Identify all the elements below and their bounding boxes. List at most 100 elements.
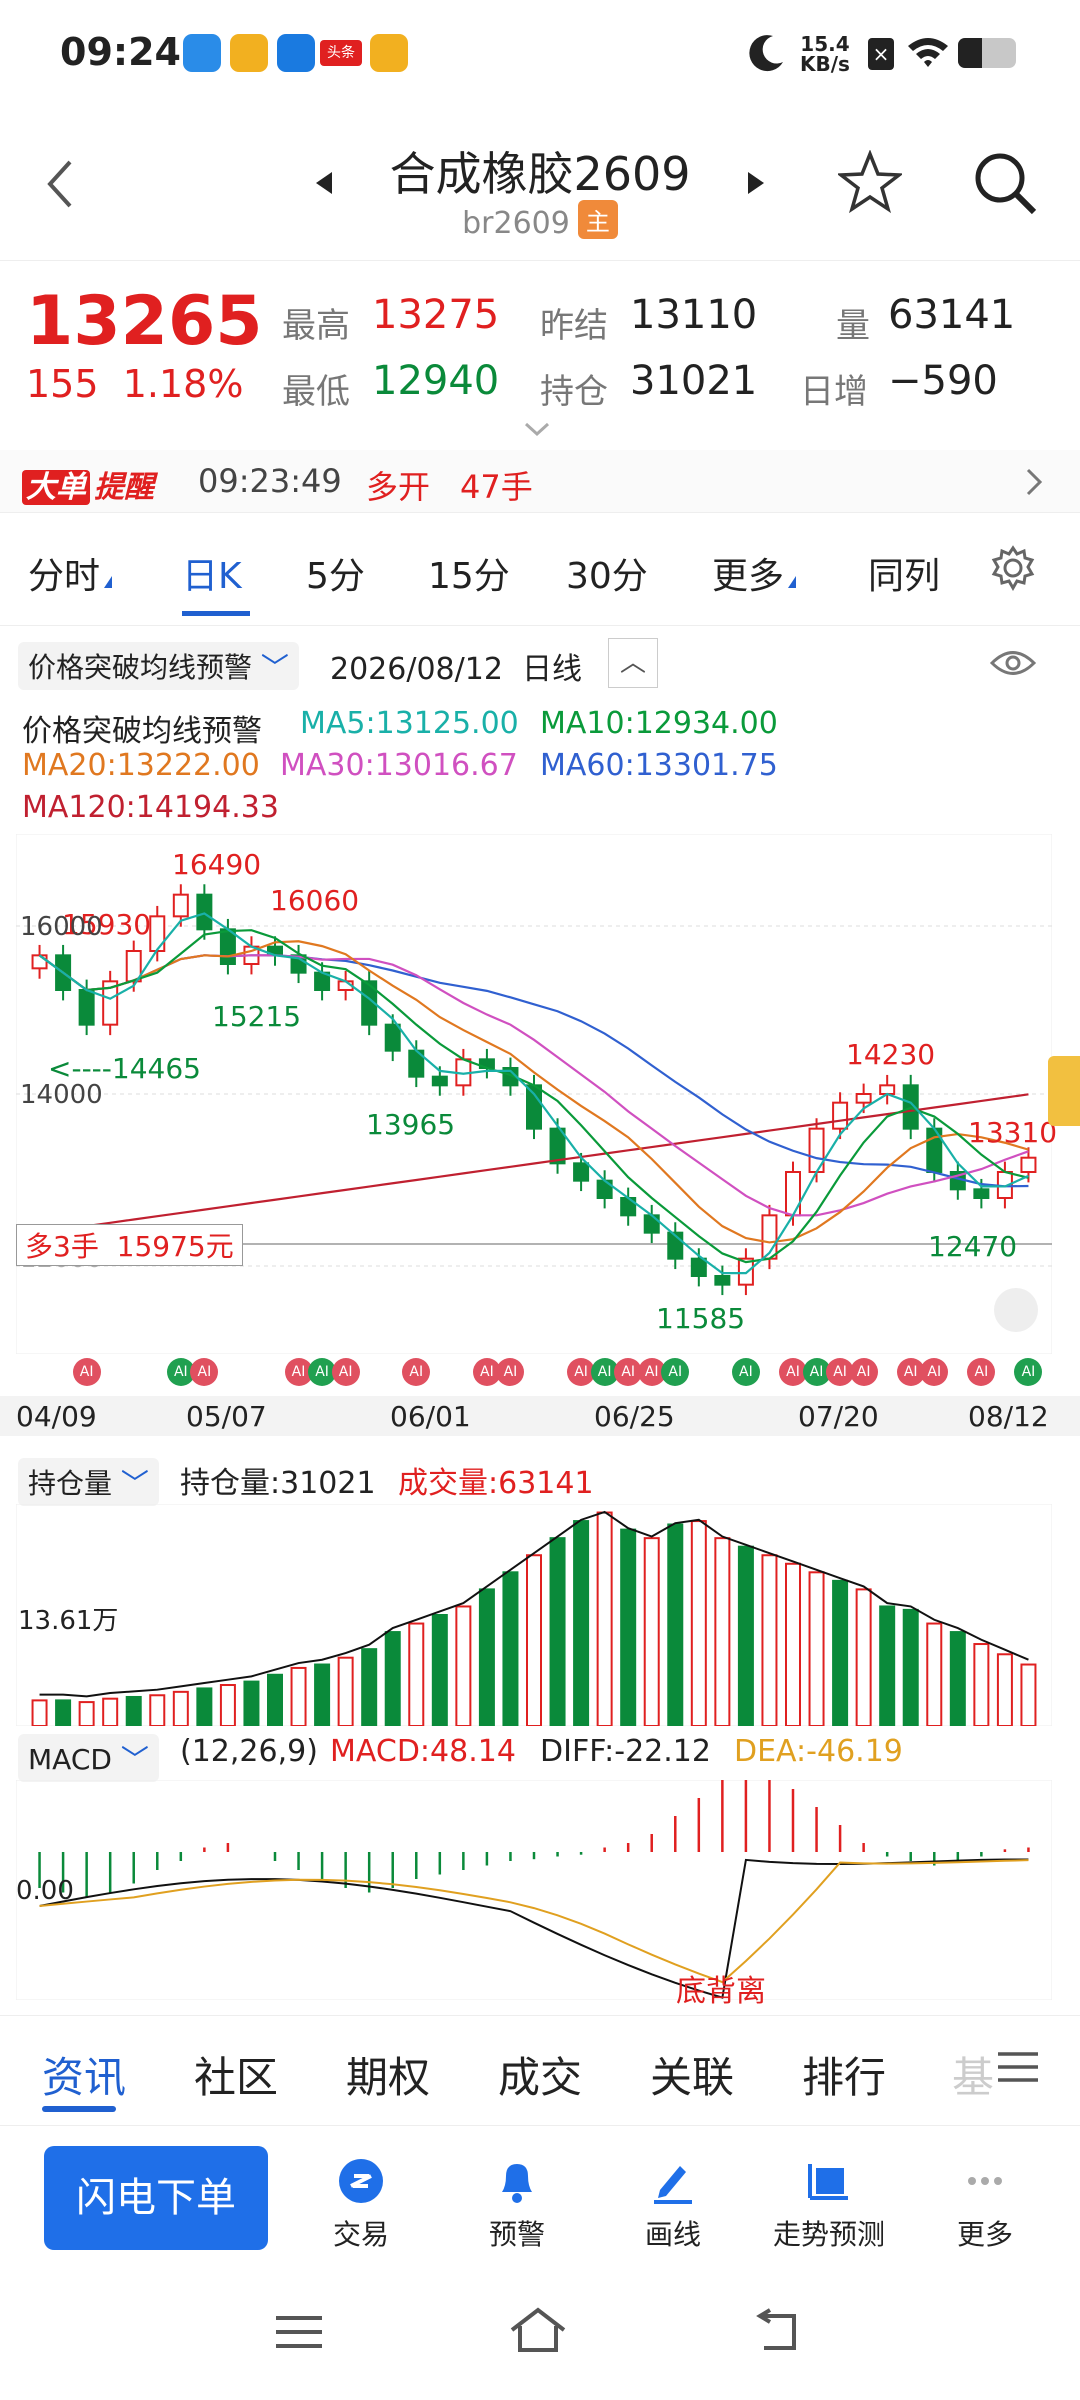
status-bar: 09:24 头条 15.4 KB/s × (0, 0, 1080, 110)
tab-related[interactable]: 关联 (650, 2044, 734, 2105)
collapse-chevron-icon[interactable]: ︿ (608, 638, 658, 688)
divergence-note: 底背离 (676, 1974, 766, 2009)
volume-axis-label: 13.61万 (18, 1606, 119, 1636)
candle (855, 1093, 872, 1104)
active-tab-indicator (182, 611, 250, 616)
tab-30min[interactable]: 30分 (566, 547, 648, 599)
tab-more[interactable]: 更多 (712, 547, 797, 599)
side-panel-handle[interactable] (1048, 1056, 1080, 1126)
tab-daily-k[interactable]: 日K (182, 547, 242, 599)
tab-intraday[interactable]: 分时 (28, 547, 113, 599)
expand-chevron-icon[interactable] (522, 420, 552, 438)
tab-ranking[interactable]: 排行 (802, 2044, 886, 2105)
weibo-icon-2 (370, 34, 408, 72)
dea-line (39, 1859, 1029, 1984)
ai-signal-marker[interactable]: AI (496, 1358, 525, 1386)
no-sim-icon: × (868, 38, 894, 70)
back-nav-icon[interactable] (752, 2308, 802, 2354)
ai-signal-marker[interactable]: AI (849, 1358, 878, 1386)
tab-same-column[interactable]: 同列 (868, 547, 940, 599)
volume-bar (196, 1687, 213, 1726)
prev-settle-value: 13110 (630, 292, 758, 338)
volume-bar (996, 1653, 1013, 1726)
y-tick-16000: 16000 (20, 912, 103, 942)
draw-line-button[interactable]: 画线 (608, 2156, 738, 2253)
ma-indicator-name: 价格突破均线预警 (22, 714, 262, 749)
action-bar: 闪电下单 交易 预警 画线 走势预测 更多 (0, 2125, 1080, 2276)
alert-button[interactable]: 预警 (452, 2156, 582, 2253)
ma30-value: MA30:13016.67 (280, 748, 518, 783)
tab-community[interactable]: 社区 (194, 2044, 278, 2105)
date-tick: 08/12 (968, 1400, 1049, 1433)
label-11585: 11585 (656, 1302, 746, 1335)
ai-signal-marker[interactable]: AI (967, 1358, 996, 1386)
big-order-alert[interactable]: 大单 提醒 09:23:49 多开 47手 (0, 450, 1080, 513)
indicator-selector[interactable]: 价格突破均线预警 ﹀ (18, 642, 299, 690)
open-interest-value: 31021 (630, 358, 758, 404)
tab-fundamental[interactable]: 基 (952, 2044, 994, 2105)
volume-bar (314, 1663, 331, 1726)
fullscreen-icon[interactable] (994, 1288, 1038, 1332)
date-tick: 04/09 (16, 1400, 97, 1433)
ai-signal-marker[interactable]: AI (920, 1358, 949, 1386)
volume-bar (737, 1545, 754, 1726)
ai-signal-marker[interactable]: AI (661, 1358, 690, 1386)
recents-icon[interactable] (274, 2312, 324, 2352)
toutiao-icon: 头条 (320, 40, 362, 66)
tab-options[interactable]: 期权 (346, 2044, 430, 2105)
menu-icon[interactable] (996, 2050, 1040, 2084)
tab-15min[interactable]: 15分 (428, 547, 510, 599)
ai-signal-marker[interactable]: AI (331, 1358, 360, 1386)
volume-bar (832, 1579, 849, 1726)
ai-signal-marker[interactable]: AI (402, 1358, 431, 1386)
alert-lots: 47手 (460, 468, 533, 506)
open-interest-label: 持仓 (540, 372, 608, 412)
settings-gear-icon[interactable] (990, 545, 1036, 591)
big-order-badge: 大单 提醒 (22, 462, 154, 506)
more-button[interactable]: 更多 (920, 2156, 1050, 2253)
system-nav-bar (0, 2280, 1080, 2400)
position-tag[interactable]: 多3手 15975元 (16, 1224, 243, 1266)
volume-bar (761, 1554, 778, 1726)
kline-chart[interactable] (16, 834, 1052, 1354)
volume-bar (431, 1614, 448, 1726)
candle (431, 1075, 448, 1087)
search-icon[interactable] (972, 150, 1038, 216)
candle (879, 1084, 896, 1095)
tab-trades[interactable]: 成交 (498, 2044, 582, 2105)
high-value: 13275 (372, 292, 500, 338)
next-contract-icon[interactable] (746, 170, 766, 196)
volume-bar (384, 1631, 401, 1726)
home-icon[interactable] (508, 2306, 568, 2354)
ai-signal-row: AI AI AI AI AI AI AI AI AI AI AI AI AI AI AI AI AI AI AI AI… (16, 1356, 1052, 1392)
volume-bar (596, 1511, 613, 1726)
ai-signal-marker[interactable]: AI (72, 1358, 101, 1386)
ai-signal-marker[interactable]: AI (190, 1358, 219, 1386)
volume-bar (973, 1643, 990, 1726)
ma60-value: MA60:13301.75 (540, 748, 778, 783)
tab-news[interactable]: 资讯 (42, 2044, 126, 2105)
tab-5min[interactable]: 5分 (306, 547, 365, 599)
eye-icon[interactable] (990, 648, 1036, 678)
volume-selector[interactable]: 持仓量 ﹀ (18, 1458, 159, 1506)
macd-selector[interactable]: MACD ﹀ (18, 1734, 159, 1782)
candle (973, 1188, 990, 1200)
volume-bar (549, 1537, 566, 1726)
date-tick: 07/20 (798, 1400, 879, 1433)
alert-time: 09:23:49 (198, 462, 342, 500)
ai-signal-marker[interactable]: AI (1014, 1358, 1043, 1386)
chart-date: 2026/08/12 日线 (330, 652, 582, 687)
flash-order-button[interactable]: 闪电下单 (44, 2146, 268, 2250)
price-change: 155 1.18% (26, 362, 244, 406)
prev-settle-label: 昨结 (540, 306, 608, 346)
volume-bar (714, 1537, 731, 1726)
macd-chart[interactable] (16, 1780, 1052, 2000)
contract-title: 合成橡胶2609 (389, 147, 691, 201)
favorite-star-icon[interactable] (838, 150, 902, 214)
volume-chart[interactable] (16, 1504, 1052, 1726)
ma20-value: MA20:13222.00 (22, 748, 260, 783)
trend-forecast-button[interactable]: 走势预测 (764, 2156, 894, 2253)
daily-change-value: −590 (888, 358, 998, 404)
ai-signal-marker[interactable]: AI (731, 1358, 760, 1386)
trade-button[interactable]: 交易 (296, 2156, 426, 2253)
